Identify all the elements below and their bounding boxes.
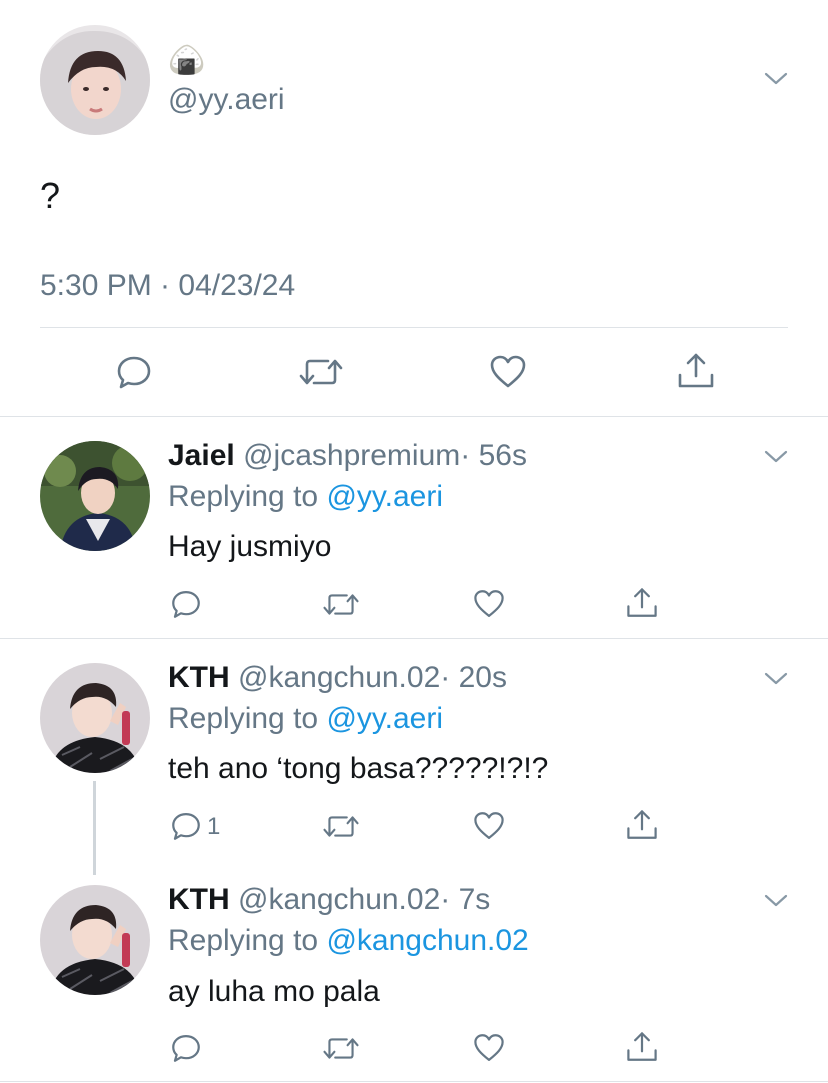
reply-icon[interactable] [169, 809, 203, 843]
share-icon[interactable] [625, 1029, 659, 1065]
display-name-emoji: 🍙 [168, 44, 206, 77]
reply-author-handle[interactable]: @kangchun.02 [238, 883, 440, 916]
reply-header: Jaiel @jcashpremium· 56s [168, 438, 527, 474]
replying-to-label: Replying to [168, 480, 319, 513]
avatar[interactable] [40, 25, 150, 135]
tweet-timestamp: 5:30 PM · 04/23/24 [40, 269, 296, 302]
share-icon[interactable] [625, 585, 659, 621]
divider [40, 327, 788, 328]
replying-to: Replying to @yy.aeri [168, 479, 443, 515]
divider [0, 1081, 828, 1082]
reply-text: ay luha mo pala [168, 975, 380, 1008]
avatar[interactable] [40, 885, 150, 995]
reply-header: KTH @kangchun.02· 20s [168, 660, 507, 696]
reply-time: · 20s [440, 661, 507, 694]
tweet-text: ? [40, 175, 61, 216]
like-icon[interactable] [472, 587, 506, 621]
reply-header: KTH @kangchun.02· 7s [168, 882, 490, 918]
replying-to-link[interactable]: @kangchun.02 [326, 924, 528, 957]
replying-to: Replying to @kangchun.02 [168, 923, 529, 959]
like-icon[interactable] [472, 1031, 506, 1065]
replying-to-label: Replying to [168, 924, 319, 957]
share-icon[interactable] [676, 350, 716, 392]
chevron-down-icon[interactable] [762, 69, 790, 87]
reply-author-handle[interactable]: @kangchun.02 [238, 661, 440, 694]
chevron-down-icon[interactable] [762, 891, 790, 909]
reply-author-name[interactable]: KTH [168, 883, 230, 916]
reply-icon[interactable] [114, 352, 154, 392]
avatar[interactable] [40, 441, 150, 551]
chevron-down-icon[interactable] [762, 669, 790, 687]
replying-to-link[interactable]: @yy.aeri [326, 480, 443, 513]
divider [0, 416, 828, 417]
thread-line [93, 781, 96, 875]
reply-author-name[interactable]: Jaiel [168, 439, 235, 472]
like-icon[interactable] [488, 352, 528, 392]
reply-text: teh ano ‘tong basa?????!?!? [168, 752, 549, 785]
reply-count: 1 [207, 813, 221, 840]
author-handle[interactable]: @yy.aeri [168, 82, 285, 118]
reply-icon[interactable] [169, 587, 203, 621]
retweet-icon[interactable] [322, 810, 360, 843]
reply-author-name[interactable]: KTH [168, 661, 230, 694]
reply-text: Hay jusmiyo [168, 530, 332, 563]
replying-to: Replying to @yy.aeri [168, 701, 443, 737]
divider [0, 638, 828, 639]
replying-to-link[interactable]: @yy.aeri [326, 702, 443, 735]
reply-author-handle[interactable]: @jcashpremium [243, 439, 460, 472]
chevron-down-icon[interactable] [762, 447, 790, 465]
retweet-icon[interactable] [298, 352, 344, 392]
share-icon[interactable] [625, 807, 659, 843]
avatar[interactable] [40, 663, 150, 773]
like-icon[interactable] [472, 809, 506, 843]
reply-icon[interactable] [169, 1031, 203, 1065]
reply-time: · 7s [440, 883, 491, 916]
retweet-icon[interactable] [322, 588, 360, 621]
retweet-icon[interactable] [322, 1032, 360, 1065]
replying-to-label: Replying to [168, 702, 319, 735]
reply-time: · 56s [460, 439, 527, 472]
